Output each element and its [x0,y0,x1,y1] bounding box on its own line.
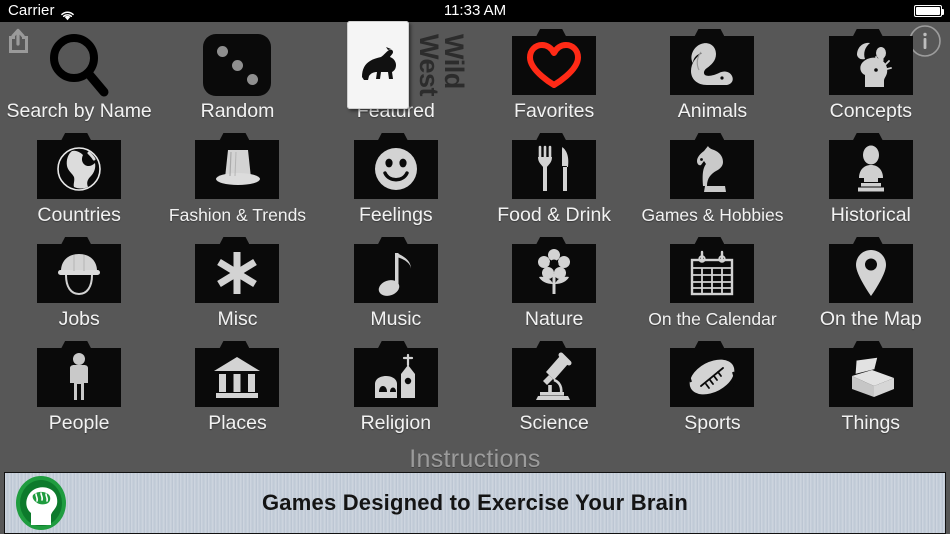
map-pin-icon [828,243,913,303]
grid-row: Countries Fashion & Trends Feelings Food… [0,132,950,236]
category-label: On the Map [819,308,922,330]
football-icon [670,347,755,407]
smiley-face-icon [353,139,438,199]
magnifier-icon [0,30,158,100]
battery-icon [914,5,944,17]
category-item-animals[interactable]: Animals [633,28,791,132]
category-label: Fashion & Trends [168,205,307,225]
featured-title-line1: Wild [438,33,469,89]
category-label: Food & Drink [497,204,612,226]
category-label: Historical [830,204,911,226]
category-item-search-by-name[interactable]: Search by Name [0,28,158,132]
category-label: Favorites [514,100,595,122]
category-label: Concepts [829,100,912,122]
category-grid: Search by Name Random West Wild Featured… [0,21,950,445]
grid-row: Search by Name Random West Wild Featured… [0,21,950,132]
category-label: People [48,412,110,434]
category-label: Misc [217,308,258,330]
category-item-jobs[interactable]: Jobs [0,236,158,340]
category-label: Places [208,412,267,434]
category-item-food-and-drink[interactable]: Food & Drink [475,132,633,236]
category-label: Nature [524,308,584,330]
category-item-people[interactable]: People [0,340,158,444]
instructions-link[interactable]: Instructions [0,445,950,474]
status-bar: Carrier 11:33 AM [0,0,950,22]
open-box-icon [828,347,913,407]
category-label: On the Calendar [648,309,777,329]
category-label: Jobs [58,308,100,330]
category-item-concepts[interactable]: Concepts [792,28,950,132]
grid-row: Jobs Misc Music Nature On the Calendar O… [0,236,950,340]
category-label: Music [370,308,422,330]
category-label: Religion [360,412,432,434]
category-item-featured[interactable]: West Wild Featured [317,21,475,132]
category-item-countries[interactable]: Countries [0,132,158,236]
category-label: Search by Name [6,100,152,122]
fork-knife-icon [512,139,597,199]
featured-title-line2: West [413,33,444,97]
hard-hat-icon [37,243,122,303]
chess-knight-icon [670,139,755,199]
category-item-music[interactable]: Music [317,236,475,340]
category-item-sports[interactable]: Sports [633,340,791,444]
category-label: Things [841,412,901,434]
category-label: Feelings [358,204,433,226]
category-item-on-the-calendar[interactable]: On the Calendar [633,236,791,340]
globe-icon [37,139,122,199]
category-label: Science [519,412,589,434]
category-label: Countries [37,204,121,226]
asterisk-icon [195,243,280,303]
category-item-religion[interactable]: Religion [317,340,475,444]
ad-banner[interactable]: Games Designed to Exercise Your Brain [4,472,946,534]
status-bar-time: 11:33 AM [443,2,507,19]
category-item-fashion-and-trends[interactable]: Fashion & Trends [158,132,316,236]
category-label: Animals [677,100,748,122]
calendar-icon [670,243,755,303]
category-item-places[interactable]: Places [158,340,316,444]
die-icon [158,30,316,100]
museum-icon [195,347,280,407]
category-label: Random [200,100,275,122]
category-item-on-the-map[interactable]: On the Map [792,236,950,340]
person-icon [37,347,122,407]
category-item-games-and-hobbies[interactable]: Games & Hobbies [633,132,791,236]
category-item-things[interactable]: Things [792,340,950,444]
head-lightbulb-icon [828,35,913,95]
category-item-feelings[interactable]: Feelings [317,132,475,236]
horse-icon [346,21,409,109]
category-label: Games & Hobbies [641,205,784,225]
grid-row: People Places Religion Science Sports Th… [0,340,950,444]
top-hat-icon [195,139,280,199]
category-item-favorites[interactable]: Favorites [475,28,633,132]
heart-icon [512,35,597,95]
bust-statue-icon [828,139,913,199]
category-label: Sports [684,412,741,434]
app-root: Carrier 11:33 AM Search by Name Random W… [0,0,950,534]
squirrel-icon [670,35,755,95]
music-note-icon [353,243,438,303]
microscope-icon [512,347,597,407]
featured-title: West Wild [413,33,469,97]
category-item-nature[interactable]: Nature [475,236,633,340]
category-item-misc[interactable]: Misc [158,236,316,340]
category-item-historical[interactable]: Historical [792,132,950,236]
category-item-science[interactable]: Science [475,340,633,444]
flower-icon [512,243,597,303]
church-icon [353,347,438,407]
category-item-random[interactable]: Random [158,28,316,132]
ad-banner-text: Games Designed to Exercise Your Brain [262,490,688,515]
